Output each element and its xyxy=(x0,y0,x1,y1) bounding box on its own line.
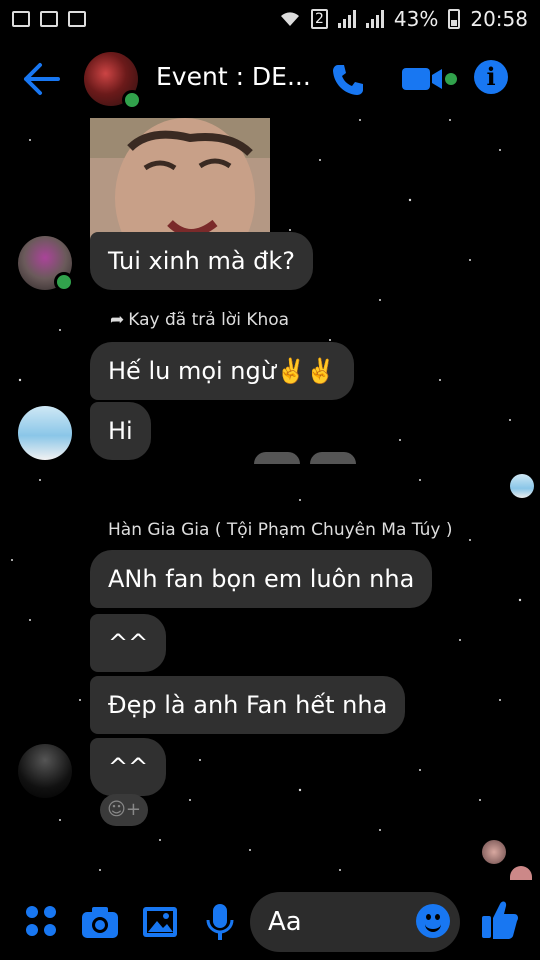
composer-bar: Aa xyxy=(0,880,540,960)
phone-call-icon[interactable] xyxy=(330,62,366,98)
emoji-icon[interactable] xyxy=(416,904,450,938)
sender-avatar-2[interactable] xyxy=(18,406,72,460)
conversation-header: Event : DE... i xyxy=(0,44,540,114)
read-receipt-avatar xyxy=(510,474,534,498)
message-bubble-1[interactable]: Tui xinh mà đk? xyxy=(90,232,314,290)
online-indicator-sender xyxy=(54,272,74,292)
reaction-chip-partial[interactable] xyxy=(254,452,300,464)
signal-icon xyxy=(337,10,356,28)
sender-avatar-3[interactable] xyxy=(18,744,72,798)
battery-percent: 43% xyxy=(393,7,439,31)
message-bubble-4[interactable]: ANh fan bọn em luôn nha xyxy=(90,550,433,608)
clock: 20:58 xyxy=(470,7,528,31)
reply-arrow-icon: ➦ xyxy=(110,310,125,330)
reply-caption: ➦ Kay đã trả lời Khoa xyxy=(110,310,289,330)
status-right: 2 43% 20:58 xyxy=(279,7,528,31)
message-bubble-2[interactable]: Hế lu mọi ngừ✌️✌️ xyxy=(90,342,354,400)
camera-icon[interactable] xyxy=(80,902,120,942)
image-notification-icon xyxy=(12,11,30,27)
reply-caption-text: Kay đã trả lời Khoa xyxy=(128,310,290,330)
status-bar: 2 43% 20:58 xyxy=(0,0,540,38)
message-bubble-3[interactable]: Hi xyxy=(90,402,151,460)
status-left xyxy=(12,11,86,27)
message-bubble-5[interactable]: ^^ xyxy=(90,614,167,672)
group-avatar[interactable] xyxy=(84,52,142,110)
message-input-placeholder: Aa xyxy=(268,907,302,937)
recycle-notification-icon xyxy=(68,11,86,27)
gallery-icon[interactable] xyxy=(140,902,180,942)
reaction-chip-partial-2[interactable] xyxy=(310,452,356,464)
battery-icon xyxy=(448,9,461,29)
online-indicator xyxy=(122,90,142,110)
message-bubble-6[interactable]: Đẹp là anh Fan hết nha xyxy=(90,676,406,734)
thumbs-up-icon[interactable] xyxy=(480,898,520,942)
wifi-icon xyxy=(280,12,299,26)
signal-icon-2 xyxy=(365,10,384,28)
microphone-icon[interactable] xyxy=(200,902,240,942)
starfield-background xyxy=(11,119,522,871)
info-icon[interactable]: i xyxy=(474,60,508,94)
more-apps-icon[interactable] xyxy=(22,902,62,942)
video-call-icon[interactable] xyxy=(402,66,458,92)
read-receipt-avatar-2 xyxy=(482,840,506,864)
message-input[interactable]: Aa xyxy=(250,892,460,952)
sender-name: Hàn Gia Gia ( Tội Phạm Chuyên Ma Túy ) xyxy=(108,520,453,540)
back-arrow-icon[interactable] xyxy=(22,61,62,97)
add-reaction-button[interactable]: ☺+ xyxy=(100,794,148,826)
message-bubble-7[interactable]: ^^ xyxy=(90,738,167,796)
sim-badge: 2 xyxy=(310,9,328,29)
download-notification-icon xyxy=(40,11,58,27)
conversation-title[interactable]: Event : DE... xyxy=(156,62,311,91)
